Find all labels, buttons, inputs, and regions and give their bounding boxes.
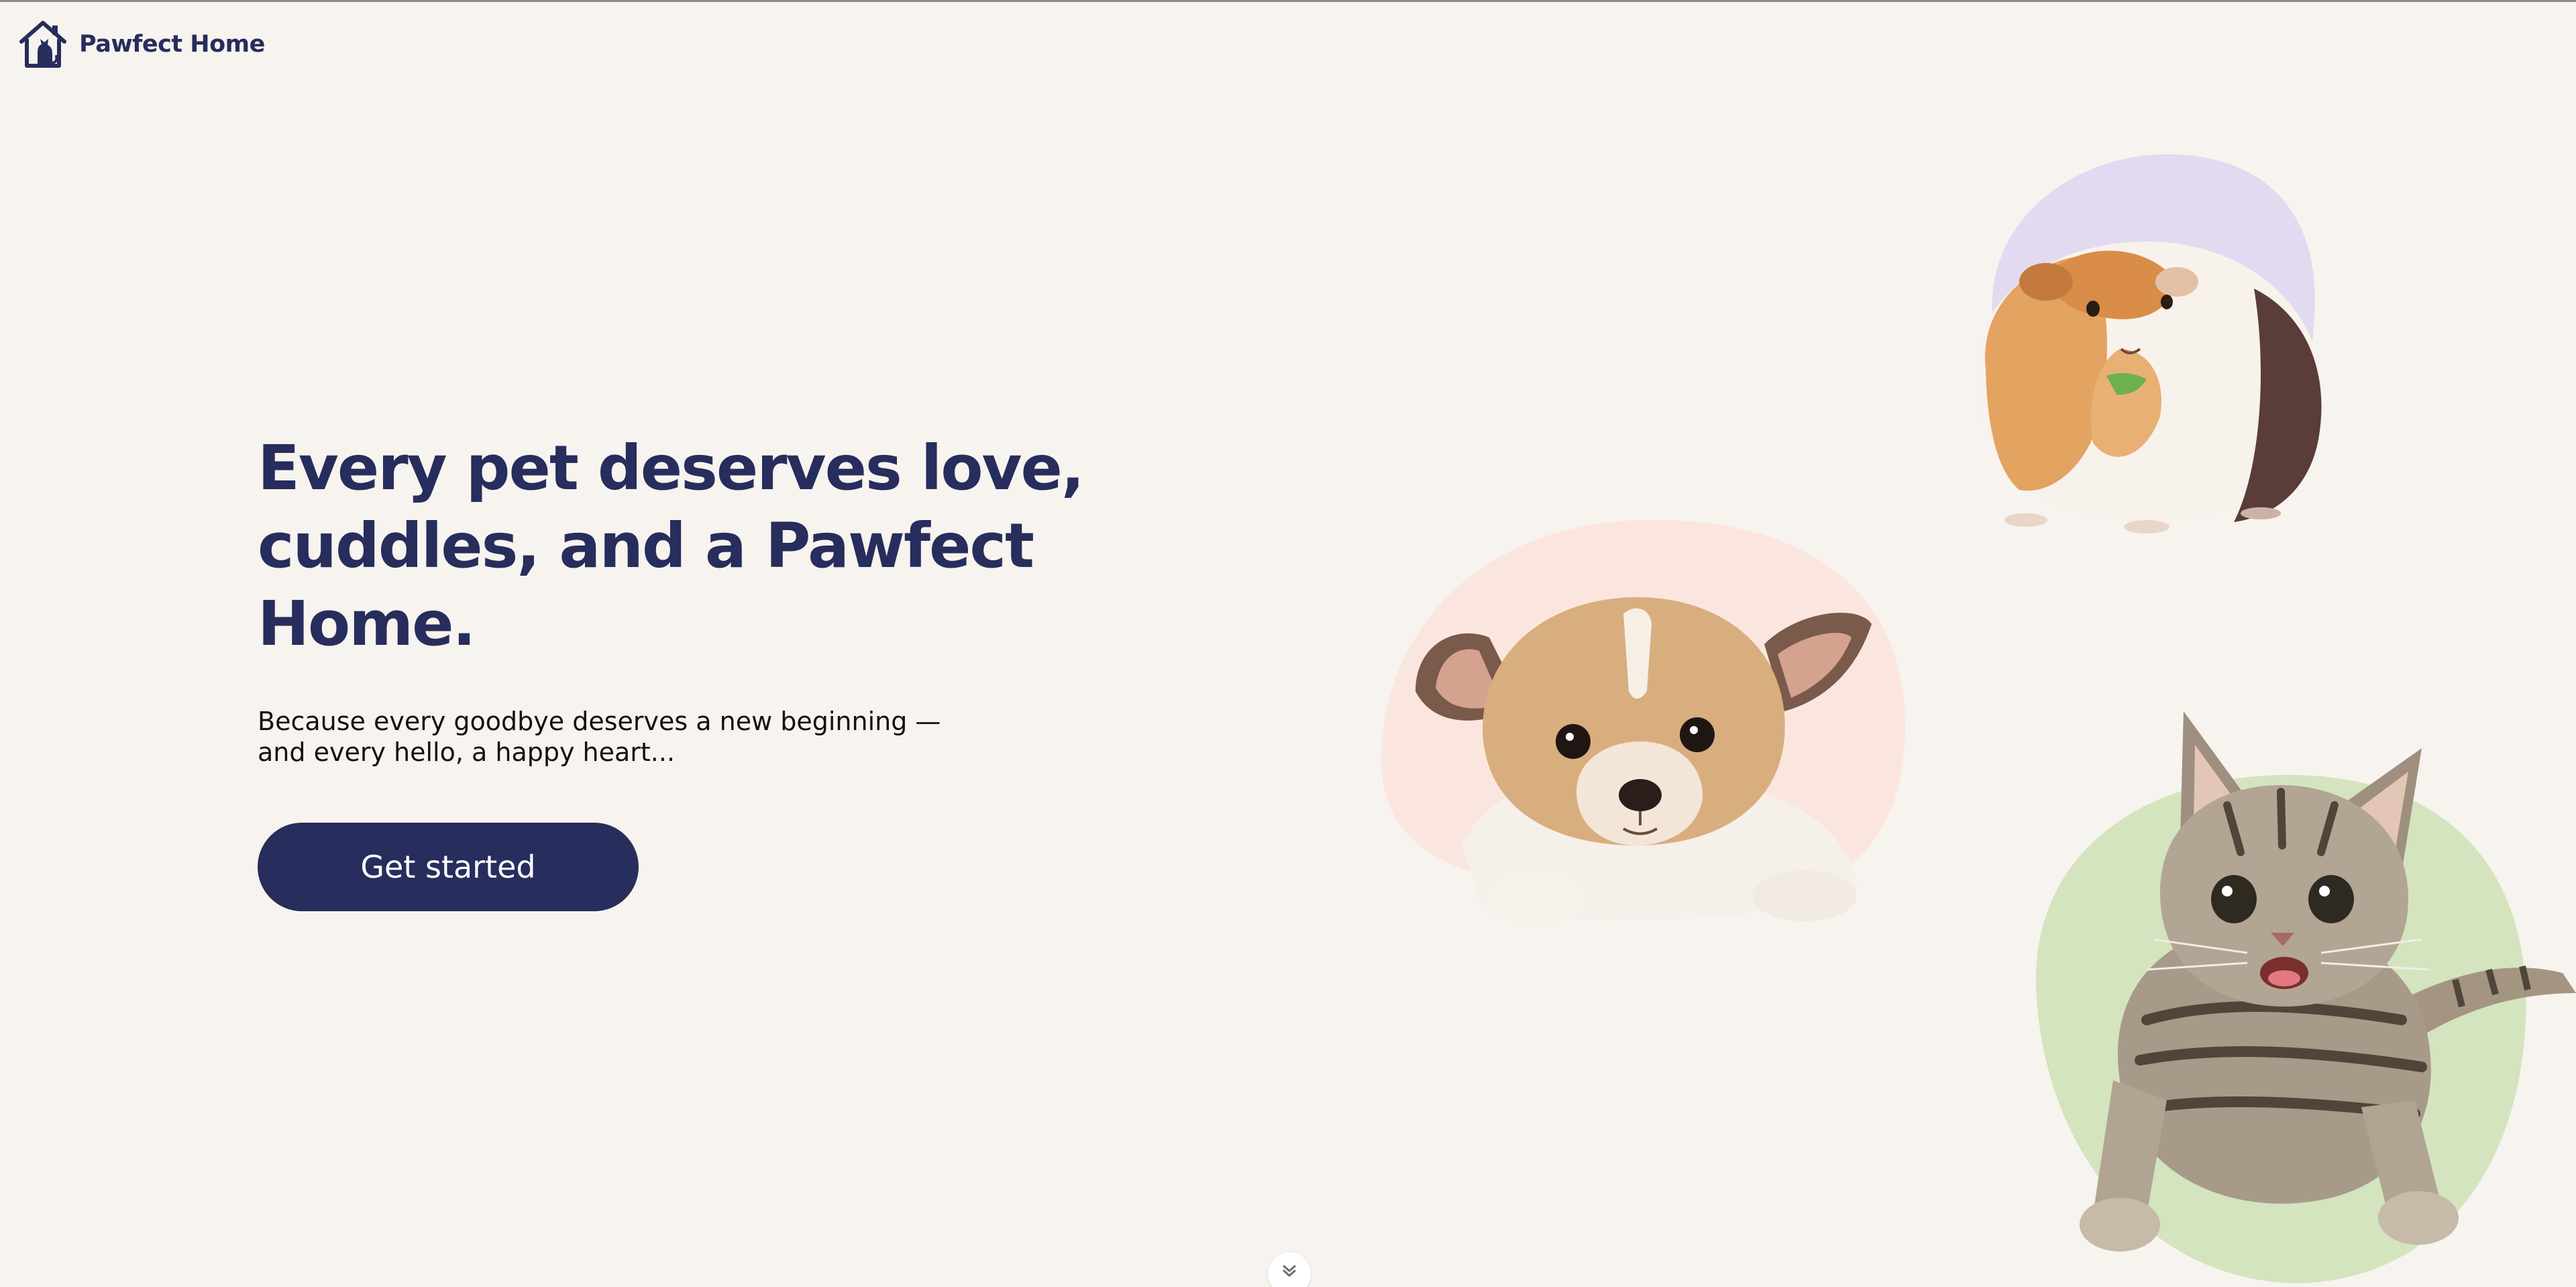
hero-subtitle: Because every goodbye deserves a new beg… xyxy=(258,706,955,768)
get-started-button[interactable]: Get started xyxy=(258,823,639,911)
brand-logo-link[interactable]: Pawfect Home xyxy=(17,19,265,70)
hero-subtitle-line-2: and every hello, a happy heart... xyxy=(258,737,676,767)
brand-name: Pawfect Home xyxy=(79,31,265,58)
house-with-cat-icon xyxy=(19,21,66,68)
guinea-pig-image xyxy=(1974,154,2322,533)
puppy-image xyxy=(1381,519,1905,926)
tabby-cat-image xyxy=(2035,711,2576,1284)
double-chevron-down-icon xyxy=(1283,1265,1296,1277)
scroll-down-button[interactable] xyxy=(1268,1252,1311,1287)
hero-subtitle-line-1: Because every goodbye deserves a new beg… xyxy=(258,707,941,736)
hero-title: Every pet deserves love, cuddles, and a … xyxy=(258,432,1085,660)
top-border xyxy=(0,0,2576,2)
